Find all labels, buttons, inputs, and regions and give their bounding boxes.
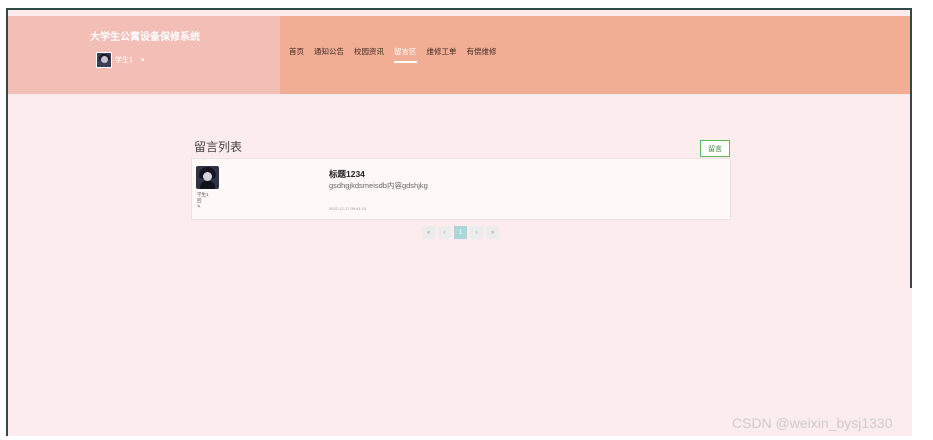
nav-item-campus-news[interactable]: 校园资讯 [354,46,384,57]
pagination: « ‹ 1 › » [422,226,502,239]
edit-icon[interactable]: ✎ [197,204,201,210]
nav-item-home[interactable]: 首页 [289,46,304,57]
nav-item-message-board[interactable]: 留言区 [394,46,417,63]
site-title: 大学生公寓设备保修系统 [90,32,200,43]
watermark: CSDN @weixin_bysj1330 [732,415,893,431]
prev-page-button[interactable]: ‹ [438,226,451,239]
message-content: gsdhgjkdsmeisdb内容gdshjkg [329,181,428,190]
message-item: 学生1 回 ✎ 标题1234 gsdhgjkdsmeisdb内容gdshjkg … [191,158,731,220]
message-avatar [196,166,219,189]
user-menu[interactable]: 学生1 ▾ [96,52,144,68]
post-message-button[interactable]: 留言 [700,140,730,157]
main-nav: 首页 通知公告 校园资讯 留言区 维修工单 有偿维修 [289,46,507,63]
window-edge [910,8,912,288]
nav-item-paid-repair[interactable]: 有偿维修 [467,46,497,57]
message-time: 2022-12-17 09:41:10 [329,206,367,211]
user-name: 学生1 [115,57,133,64]
nav-panel: 首页 通知公告 校园资讯 留言区 维修工单 有偿维修 [280,16,912,94]
next-page-button[interactable]: › [470,226,483,239]
user-avatar [96,52,112,68]
page-1-button[interactable]: 1 [454,226,467,239]
first-page-button[interactable]: « [422,226,435,239]
header: 大学生公寓设备保修系统 学生1 ▾ 首页 通知公告 校园资讯 留言区 维修工单 … [8,16,912,94]
chevron-down-icon[interactable]: ▾ [141,56,145,64]
nav-item-notices[interactable]: 通知公告 [314,46,344,57]
last-page-button[interactable]: » [486,226,499,239]
message-title: 标题1234 [329,169,365,179]
app-frame: 大学生公寓设备保修系统 学生1 ▾ 首页 通知公告 校园资讯 留言区 维修工单 … [6,8,912,436]
brand-panel: 大学生公寓设备保修系统 学生1 ▾ [8,16,280,94]
section-title: 留言列表 [194,140,243,154]
nav-item-repair-orders[interactable]: 维修工单 [427,46,457,57]
